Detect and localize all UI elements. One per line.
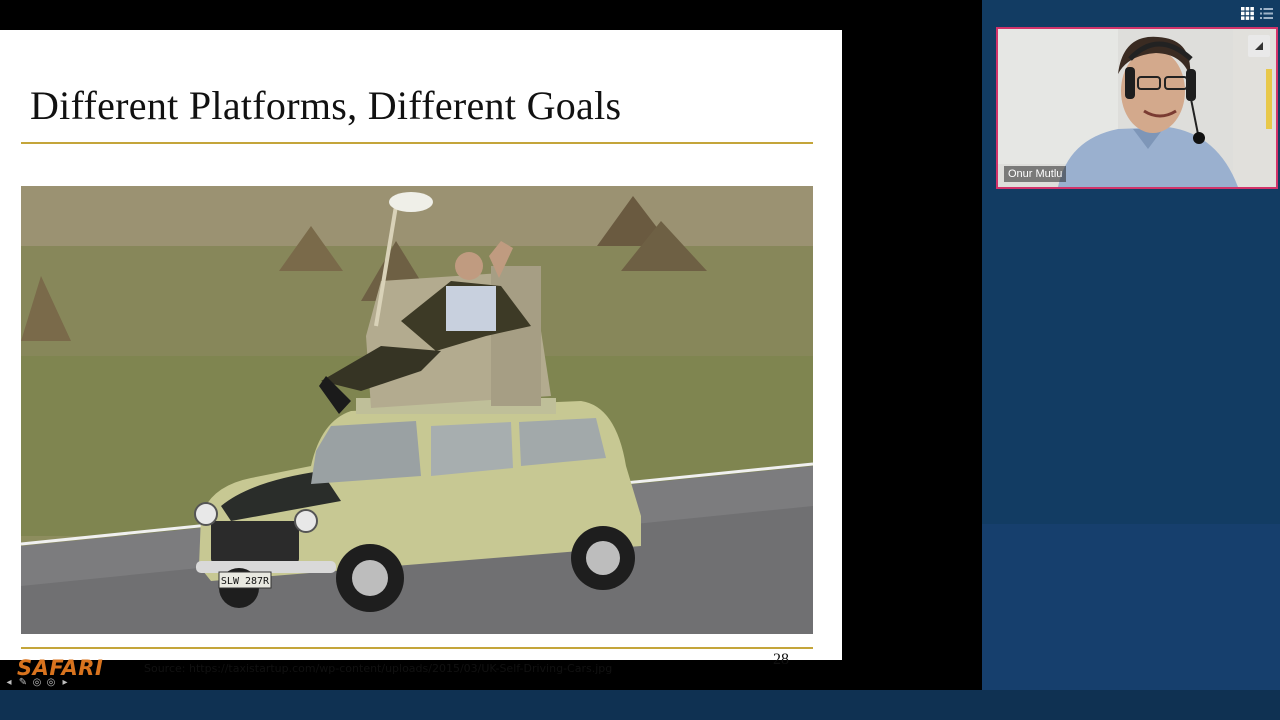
menu-icon[interactable]: ◎ [45, 677, 57, 689]
arrow-right-icon[interactable]: ▸ [59, 677, 71, 689]
panel-empty-area [982, 524, 1280, 690]
zoom-icon[interactable]: ◎ [31, 677, 43, 689]
video-tile[interactable]: Onur Mutlu [996, 27, 1278, 189]
title-divider [21, 142, 813, 144]
pen-icon[interactable]: ✎ [17, 677, 29, 689]
grid-view-icon[interactable] [1240, 6, 1255, 21]
slide-photo: SLW 287R [21, 186, 813, 634]
source-citation: Source: https://taxistartup.com/wp-conte… [144, 662, 613, 675]
participant-panel: Onur Mutlu [982, 0, 1280, 690]
bottom-bar [0, 690, 1280, 720]
participant-name: Onur Mutlu [1004, 166, 1067, 182]
expand-icon [1255, 42, 1263, 50]
footer-divider [21, 647, 813, 649]
presentation-stage: Different Platforms, Different Goals SLW… [0, 0, 982, 690]
number-plate: SLW 287R [221, 576, 270, 587]
slide-title: Different Platforms, Different Goals [30, 83, 622, 128]
slide-nav-controls: ◂ ✎ ◎ ◎ ▸ [3, 677, 71, 689]
arrow-left-icon[interactable]: ◂ [3, 677, 15, 689]
list-view-icon[interactable] [1259, 6, 1274, 21]
slide: Different Platforms, Different Goals SLW… [0, 30, 842, 688]
page-number: 28 [773, 651, 789, 668]
tile-menu-button[interactable] [1248, 35, 1270, 57]
view-controls [1240, 6, 1274, 21]
